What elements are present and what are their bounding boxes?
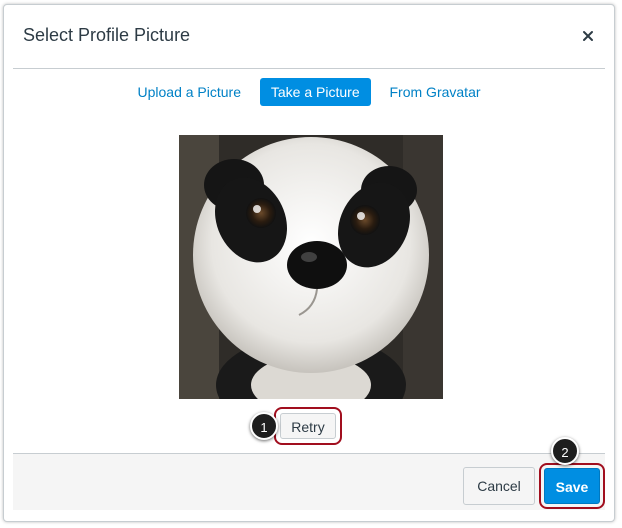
dialog-footer: Cancel Save [13, 453, 605, 510]
close-icon[interactable] [577, 25, 599, 47]
picture-source-tabs: Upload a Picture Take a Picture From Gra… [4, 78, 614, 106]
retry-button[interactable]: Retry [280, 413, 336, 439]
step-2-badge: 2 [551, 437, 579, 465]
cancel-button[interactable]: Cancel [463, 467, 535, 505]
captured-photo [179, 135, 443, 399]
step-1-badge: 1 [250, 412, 278, 440]
tab-upload-a-picture[interactable]: Upload a Picture [126, 78, 252, 106]
save-highlight: Save [539, 463, 605, 509]
dialog-header: Select Profile Picture [13, 5, 605, 69]
dialog-title: Select Profile Picture [23, 25, 191, 45]
tab-from-gravatar[interactable]: From Gravatar [379, 78, 492, 106]
retry-highlight: Retry [274, 407, 342, 445]
save-button[interactable]: Save [544, 468, 600, 504]
profile-picture-dialog: Select Profile Picture Upload a Picture … [3, 4, 615, 522]
tab-take-a-picture[interactable]: Take a Picture [259, 78, 371, 106]
